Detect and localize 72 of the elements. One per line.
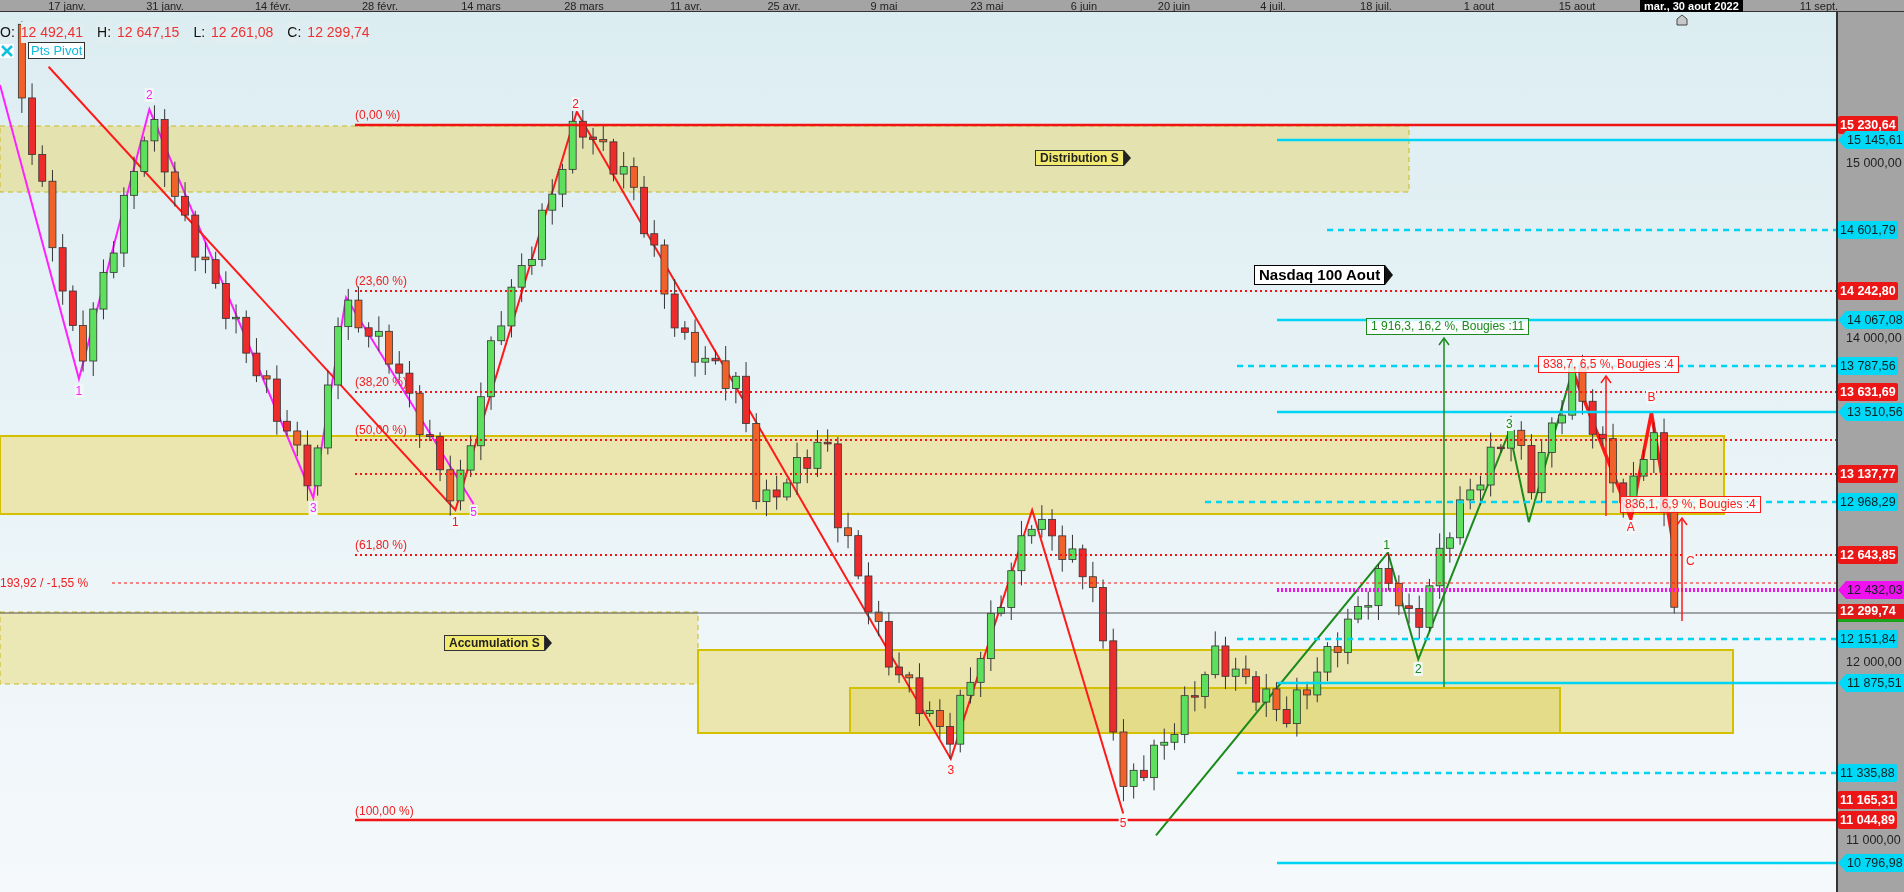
ohlc-key: H: bbox=[97, 22, 112, 43]
wave-label: 3 bbox=[946, 762, 956, 777]
wave-label: 1 bbox=[1382, 538, 1392, 553]
ohlc-value: 12 647,15 bbox=[117, 22, 180, 43]
axis-tick-label: 11 000,00 bbox=[1845, 831, 1901, 849]
ohlc-value: 12 261,08 bbox=[211, 22, 274, 43]
date-label: 28 mars bbox=[564, 0, 604, 12]
ohlc-key: O: bbox=[0, 22, 15, 43]
wave-label: 3 bbox=[308, 500, 318, 515]
date-label: 11 sept. bbox=[1799, 0, 1839, 12]
zone-label: Distribution S bbox=[1035, 150, 1124, 166]
price-tag: 13 631,69 bbox=[1838, 383, 1898, 401]
wave-label: 1 bbox=[74, 384, 84, 398]
date-label: 1 aout bbox=[1463, 0, 1495, 12]
wave-label: 5 bbox=[469, 505, 478, 520]
date-label: 6 juin bbox=[1070, 0, 1098, 12]
axis-tick-label: 15 000,00 bbox=[1845, 154, 1902, 172]
date-label: 20 juin bbox=[1157, 0, 1191, 12]
wave-label: C bbox=[1684, 554, 1696, 568]
wave-label: 2 bbox=[145, 87, 154, 102]
chart-title: Nasdaq 100 Aout bbox=[1254, 265, 1386, 285]
price-tag: 11 044,89 bbox=[1838, 811, 1897, 829]
date-label: 17 janv. bbox=[48, 0, 86, 12]
ohlc-key: L: bbox=[193, 22, 206, 43]
wave-label: 3 bbox=[1505, 416, 1514, 431]
date-label: 25 avr. bbox=[767, 0, 801, 12]
indicator-tag[interactable]: Pts Pivot bbox=[28, 42, 86, 59]
last-price-tag: 12 299,74 bbox=[1838, 604, 1904, 622]
date-label: 14 févr. bbox=[254, 0, 292, 12]
price-tag: 10 796,98 bbox=[1838, 854, 1904, 872]
fibonacci-label: (23,60 %) bbox=[355, 274, 408, 288]
date-label: 31 janv. bbox=[146, 0, 184, 12]
wave-label: A bbox=[1625, 520, 1636, 534]
date-label: 28 févr. bbox=[361, 0, 399, 12]
price-tag: 14 601,79 bbox=[1838, 221, 1898, 239]
axis-tick-label: 14 000,00 bbox=[1845, 329, 1902, 347]
price-tag: 14 067,08 bbox=[1838, 311, 1904, 329]
price-tag: 12 968,29 bbox=[1838, 493, 1898, 511]
zone-label: Accumulation S bbox=[444, 635, 545, 651]
measurement-label: 1 916,3, 16,2 %, Bougies :11 bbox=[1366, 318, 1530, 335]
wave-label: 2 bbox=[1413, 662, 1423, 677]
measurement-label: 838,7, 6,5 %, Bougies :4 bbox=[1538, 356, 1679, 373]
price-tag: 11 875,51 bbox=[1838, 674, 1904, 692]
axis-tick-label: 12 000,00 bbox=[1845, 653, 1902, 671]
fibonacci-label: (100,00 %) bbox=[355, 804, 414, 818]
fibonacci-label: (61,80 %) bbox=[355, 538, 408, 552]
price-tag: 11 165,31 bbox=[1838, 791, 1897, 809]
price-tag: 14 242,80 bbox=[1838, 282, 1898, 300]
ohlc-value: 12 299,74 bbox=[307, 22, 370, 43]
price-tag: 15 145,61 bbox=[1838, 131, 1904, 149]
price-tag: 13 510,56 bbox=[1838, 403, 1904, 421]
date-label: 14 mars bbox=[461, 0, 501, 12]
wave-label: 1 bbox=[451, 515, 460, 530]
fibonacci-label: (0,00 %) bbox=[355, 108, 401, 122]
price-tag: 11 335,88 bbox=[1838, 764, 1897, 782]
wave-label: B bbox=[1646, 390, 1657, 405]
price-tag: 12 151,84 bbox=[1838, 630, 1898, 648]
wave-label: 2 bbox=[571, 97, 580, 112]
date-label: 4 juil. bbox=[1260, 0, 1286, 12]
date-label: 23 mai bbox=[970, 0, 1004, 12]
range-label: 193,92 / -1,55 % bbox=[0, 576, 89, 590]
date-label: 11 avr. bbox=[669, 0, 703, 12]
ohlc-key: C: bbox=[287, 22, 302, 43]
measurement-label: 836,1, 6,9 %, Bougies :4 bbox=[1620, 496, 1761, 513]
pivot-price-tag: 12 432,03 bbox=[1838, 581, 1904, 599]
price-tag: 13 137,77 bbox=[1838, 465, 1898, 483]
cursor-date-label: mar., 30 aout 2022 bbox=[1640, 0, 1743, 12]
price-tag: 12 643,85 bbox=[1838, 546, 1898, 564]
price-tag: 13 787,56 bbox=[1838, 357, 1898, 375]
date-label: 15 aout bbox=[1558, 0, 1596, 12]
date-label: 18 juil. bbox=[1360, 0, 1392, 12]
date-label: 9 mai bbox=[870, 0, 898, 12]
